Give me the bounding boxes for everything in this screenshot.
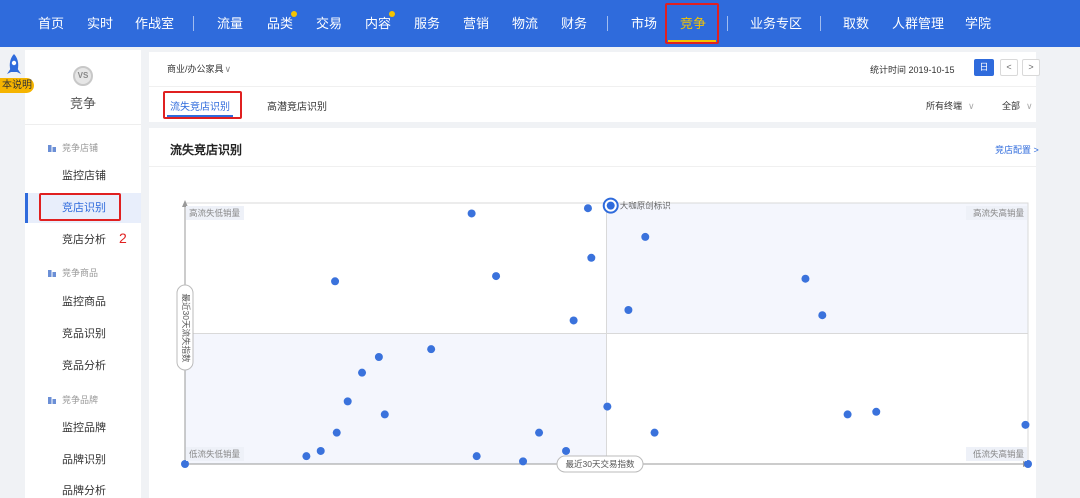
quadrant-label-bottom-right: 低流失高销量 [973, 449, 1025, 459]
x-axis-label: 最近30天交易指数 [566, 459, 635, 469]
scatter-chart: 高流失低销量 高流失高销量低流失低销量 低流失高销量最近30天交易指数 最近30天流失… [176, 197, 1032, 473]
data-point [843, 410, 852, 419]
highlight-label: 大咖原创标识 [620, 201, 671, 211]
data-point [343, 397, 352, 406]
highlight-point [606, 201, 615, 210]
data-point [380, 410, 389, 419]
data-point [583, 204, 592, 213]
data-point [302, 452, 311, 461]
quadrant-bottom-right [606, 333, 1028, 464]
data-point [872, 407, 881, 416]
data-point [603, 402, 612, 411]
data-point [358, 368, 367, 377]
data-point [332, 428, 341, 437]
data-point [535, 428, 544, 437]
data-point [1021, 420, 1030, 429]
data-point [587, 253, 596, 262]
data-point [181, 460, 189, 468]
y-axis-label: 最近30天流失指数 [181, 294, 191, 363]
data-point [374, 352, 383, 361]
data-point [641, 232, 650, 241]
data-point [801, 274, 810, 283]
data-point [569, 316, 578, 325]
quadrant-label-top-right: 高流失高销量 [973, 208, 1025, 218]
data-point [427, 345, 436, 354]
data-point [331, 277, 340, 286]
data-point [1024, 460, 1032, 468]
quadrant-label-top-left: 高流失低销量 [189, 208, 241, 218]
data-point [316, 446, 325, 455]
quadrant-bottom-left [185, 333, 607, 464]
data-point [472, 452, 481, 461]
data-point [624, 306, 633, 315]
quadrant-top-left [185, 203, 607, 334]
data-point [818, 311, 827, 320]
data-point [467, 209, 476, 218]
quadrant-top-right [606, 203, 1028, 334]
data-point [562, 446, 571, 455]
data-point [492, 272, 501, 281]
data-point [650, 428, 659, 437]
data-point [519, 457, 528, 466]
quadrant-label-bottom-left: 低流失低销量 [189, 449, 241, 459]
